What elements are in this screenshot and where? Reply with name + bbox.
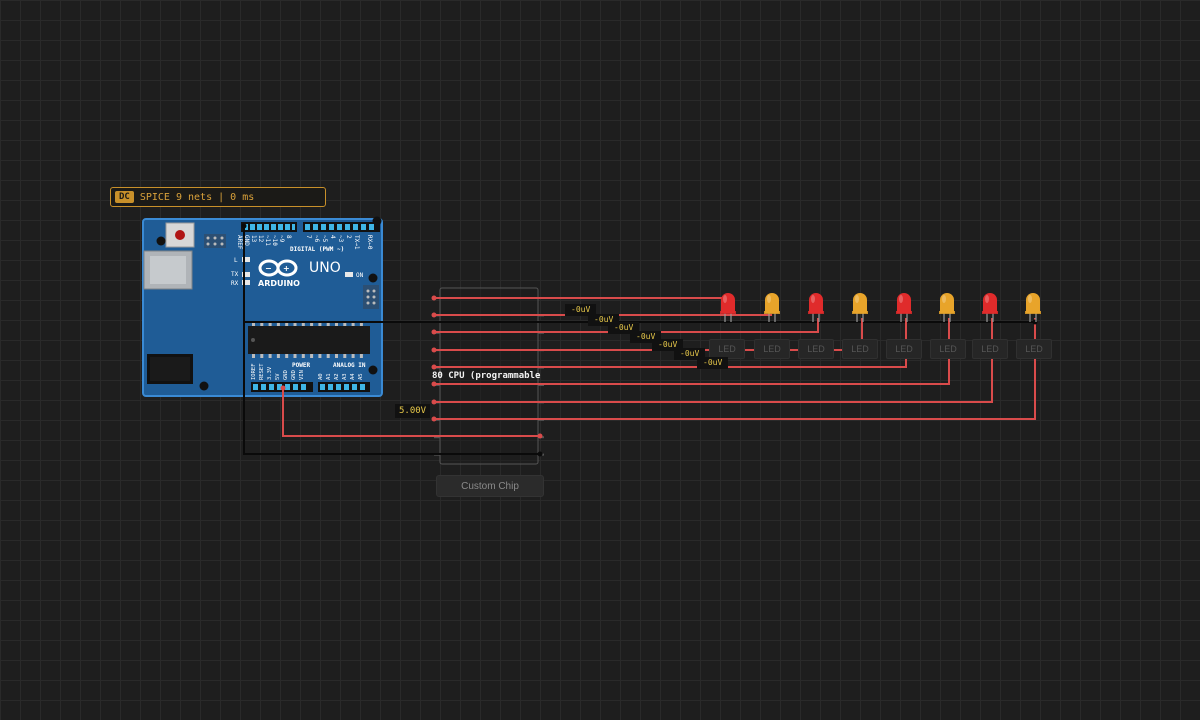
arduino-uno-board[interactable]: AREF GND 13 12 ~11 ~10 ~9 8 7 ~6 ~5 4 ~3 2 TX→1 RX←0 DI…	[142, 216, 383, 397]
pin-label: 3.3V	[267, 366, 273, 380]
svg-text:+: +	[283, 264, 290, 273]
led-caption-5[interactable]: LED	[886, 339, 922, 359]
led-caption-2[interactable]: LED	[754, 339, 790, 359]
power-on-label: ON	[356, 272, 364, 279]
atmega-chip	[248, 322, 370, 358]
custom-chip-caption[interactable]: Custom Chip	[436, 475, 544, 497]
pin-label: ~5	[321, 235, 328, 243]
pin-label: 13	[250, 235, 257, 243]
pin-label: ~6	[313, 235, 320, 243]
pin-label: AREF	[236, 235, 243, 250]
icsp-header-icon	[363, 285, 379, 309]
pin-label: A2	[334, 373, 340, 380]
circuit-canvas[interactable]: AREF GND 13 12 ~11 ~10 ~9 8 7 ~6 ~5 4 ~3 2 TX→1 RX←0 DI…	[0, 0, 1200, 720]
pin-label: A5	[358, 373, 364, 380]
pin-label: 5V	[275, 373, 281, 380]
pin-label: ~9	[278, 235, 285, 243]
led-7[interactable]	[982, 293, 998, 322]
pin-label: VIN	[299, 370, 305, 380]
pin-label: TX→1	[353, 235, 360, 250]
arduino-brand: ARDUINO	[258, 279, 300, 288]
pin-label: A4	[350, 373, 356, 380]
led-caption-6[interactable]: LED	[930, 339, 966, 359]
pin-label: 12	[257, 235, 264, 243]
led-array[interactable]	[720, 293, 1041, 322]
led-caption-4[interactable]: LED	[842, 339, 878, 359]
led-caption-8[interactable]: LED	[1016, 339, 1052, 359]
voltage-label-7: -0uV	[697, 357, 729, 369]
digital-header	[241, 222, 380, 232]
digital-header-label: DIGITAL (PWM ~)	[290, 246, 344, 253]
supply-voltage-label: 5.00V	[395, 404, 431, 418]
led-2[interactable]	[764, 293, 780, 322]
pin-label: A0	[318, 373, 324, 380]
led-caption-7[interactable]: LED	[972, 339, 1008, 359]
board-model: UNO	[309, 260, 341, 276]
power-led-icon	[345, 272, 353, 277]
analog-header-label: ANALOG IN	[333, 362, 366, 369]
pin-label: ~3	[337, 235, 344, 243]
pin-label: A3	[342, 373, 348, 380]
led-caption-3[interactable]: LED	[798, 339, 834, 359]
pin-label: 2	[345, 235, 352, 239]
pin-label: ~10	[271, 235, 278, 246]
led-6[interactable]	[939, 293, 955, 322]
pin-label: RX←0	[366, 235, 373, 250]
pin-label: A1	[326, 373, 332, 380]
svg-text:−: −	[265, 264, 272, 273]
pin-label: RESET	[259, 363, 265, 380]
led-4[interactable]	[852, 293, 868, 322]
l-led-label: L	[234, 257, 238, 264]
tx-label: TX	[231, 271, 239, 278]
pin-label: GND	[283, 370, 289, 380]
pin-label: 4	[329, 235, 336, 239]
power-header-label: POWER	[292, 362, 310, 369]
pin-label: ~11	[264, 235, 271, 246]
custom-chip-title: 80 CPU (programmable	[432, 371, 541, 381]
led-5[interactable]	[896, 293, 912, 322]
pin-label: 7	[305, 235, 312, 239]
power-analog-header	[251, 382, 370, 392]
led-8[interactable]	[1025, 293, 1041, 322]
rx-label: RX	[231, 280, 239, 287]
pin-label: IOREF	[251, 363, 257, 380]
led-1[interactable]	[720, 293, 736, 322]
pin-label: GND	[291, 370, 297, 380]
mounting-hole-icon	[156, 236, 166, 246]
led-caption-1[interactable]: LED	[709, 339, 745, 359]
led-3[interactable]	[808, 293, 824, 322]
pin-label: 8	[285, 235, 292, 239]
